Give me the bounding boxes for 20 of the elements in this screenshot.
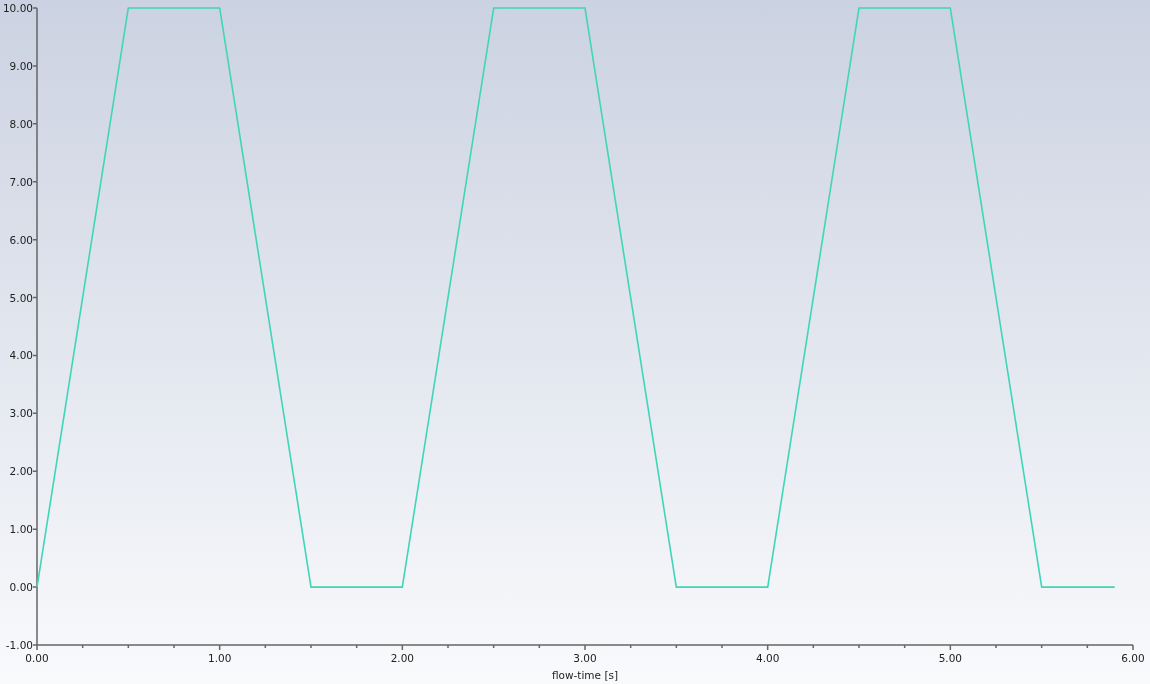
y-tick-label: 7.00 [9, 175, 33, 188]
y-tick-label: 2.00 [9, 465, 33, 478]
y-tick-label: 8.00 [9, 117, 33, 130]
x-tick-label: 0.00 [25, 652, 49, 664]
y-tick-label: 6.00 [9, 233, 33, 246]
x-tick-label: 6.00 [1121, 652, 1145, 664]
x-tick-label: 1.00 [207, 652, 232, 664]
y-tick-label: 5.00 [9, 291, 33, 304]
y-tick-label: 1.00 [9, 523, 33, 536]
y-tick-label: 0.00 [9, 581, 33, 594]
x-axis-title: flow-time [s] [551, 669, 619, 681]
y-tick-label: 10.00 [2, 2, 33, 14]
y-tick-label: 3.00 [9, 407, 33, 420]
x-tick-label: 5.00 [938, 652, 963, 664]
x-tick-label: 2.00 [390, 652, 415, 664]
x-tick-label: 4.00 [755, 652, 780, 664]
y-tick-label: 4.00 [9, 349, 33, 362]
y-tick-label: -1.00 [5, 639, 33, 651]
x-tick-label: 3.00 [573, 652, 597, 664]
y-tick-label: 9.00 [9, 59, 33, 72]
